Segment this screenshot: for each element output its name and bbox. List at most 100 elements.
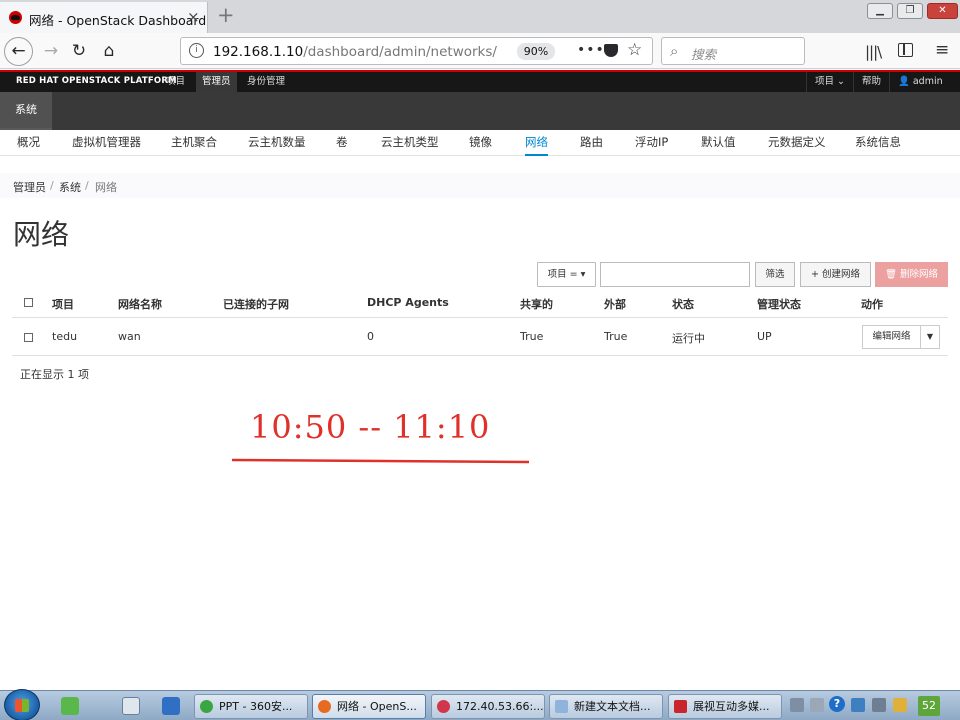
firefox-icon [318,700,331,713]
home-icon[interactable]: ⌂ [96,39,122,65]
table-count: 正在显示 1 项 [20,368,89,381]
time-annotation: 10:50 -- 11:10 [250,408,491,446]
create-network-button[interactable]: + 创建网络 [800,262,871,287]
sidebar-icon[interactable] [898,43,913,57]
redhat-favicon-icon [9,11,22,24]
close-window-button[interactable]: ✕ [927,3,958,19]
brand-logo[interactable]: RED HAT OPENSTACK PLATFORM [16,76,177,86]
page-title: 网络 [13,218,70,251]
taskbar-item-ppt[interactable]: PPT - 360安... [194,694,308,719]
taskbar-item-firefox[interactable]: 网络 - OpenS... [312,694,426,719]
subnav-volumes[interactable]: 卷 [336,134,348,150]
pocket-icon[interactable] [604,44,618,57]
subnav-overview[interactable]: 概况 [17,134,40,150]
taskbar-item-notepad[interactable]: 新建文本文档... [549,694,663,719]
flag-tray-icon[interactable] [893,698,907,712]
help-tray-icon[interactable]: ? [829,696,845,712]
subnav-aggregates[interactable]: 主机聚合 [171,134,217,150]
taskbar: PPT - 360安... 网络 - OpenS... 172.40.53.66… [0,689,960,720]
edit-network-button[interactable]: 编辑网络 [862,325,921,349]
subnav-routers[interactable]: 路由 [580,134,603,150]
tab-close-icon[interactable]: × [187,8,200,26]
speaker-tray-icon[interactable] [872,698,886,712]
networks-table: 项目 网络名称 已连接的子网 DHCP Agents 共享的 外部 状态 管理状… [12,290,948,356]
reload-icon[interactable]: ↻ [66,39,92,65]
breadcrumb-separator: / [50,179,54,192]
taskbar-item-remote[interactable]: 172.40.53.66:... [431,694,545,719]
subnav-system-info[interactable]: 系统信息 [855,134,901,150]
tab-system[interactable]: 系统 [0,92,52,130]
tab-openstack[interactable]: 网络 - OpenStack Dashboard × [0,2,208,33]
delete-networks-button[interactable]: 🗑 删除网络 [875,262,948,287]
header-shared[interactable]: 共享的 [520,296,553,312]
tray-counter[interactable]: 52 [918,696,940,716]
subnav-images[interactable]: 镜像 [469,134,492,150]
header-project[interactable]: 项目 [52,296,74,312]
info-icon[interactable]: i [189,43,204,58]
filter-input[interactable] [600,262,750,287]
search-box[interactable]: ⌕ 搜索 [661,37,805,65]
tab-strip: 网络 - OpenStack Dashboard × + ▁ ❐ ✕ [0,0,960,33]
filter-button[interactable]: 筛选 [755,262,795,287]
url-text: 192.168.1.10/dashboard/admin/networks/ [213,44,497,60]
vc-quicklaunch-icon[interactable] [122,697,140,715]
panel-bar: 系统 [0,92,960,130]
taskbar-ppt-label: PPT - 360安... [219,700,293,713]
top-nav-admin[interactable]: 管理员 [196,72,237,92]
taskbar-remote-label: 172.40.53.66:... [456,700,544,713]
header-admin-state[interactable]: 管理状态 [757,296,801,312]
subnav-instances[interactable]: 云主机数量 [248,134,306,150]
minimize-button[interactable]: ▁ [867,3,893,19]
openstack-header: RED HAT OPENSTACK PLATFORM 项目 管理员 身份管理 项… [0,70,960,107]
forward-arrow-icon[interactable]: → [38,39,64,65]
subnav-networks[interactable]: 网络 [525,134,548,156]
top-nav-project[interactable]: 项目 [160,72,191,92]
breadcrumb-system[interactable]: 系统 [59,179,81,195]
trash-icon: 🗑 [884,269,901,280]
header-network-name[interactable]: 网络名称 [118,296,162,312]
subnav-defaults[interactable]: 默认值 [701,134,736,150]
user-menu[interactable]: 👤 admin ⌄ [889,72,960,107]
select-all-checkbox[interactable] [24,298,33,307]
header-dhcp-agents[interactable]: DHCP Agents [367,296,449,309]
header-external[interactable]: 外部 [604,296,626,312]
table-row: tedu wan 0 True True 运行中 UP 编辑网络 ▼ [12,318,948,356]
sub-navigation: 概况 虚拟机管理器 主机聚合 云主机数量 卷 云主机类型 镜像 网络 路由 浮动… [0,130,960,156]
keyboard-tray-icon[interactable] [810,698,824,712]
subnav-hypervisors[interactable]: 虚拟机管理器 [72,134,141,150]
row-checkbox[interactable] [24,333,33,342]
new-tab-icon[interactable]: + [217,3,235,27]
project-selector[interactable]: 项目 ⌄ [806,72,853,92]
start-button[interactable] [4,689,40,720]
subnav-floating-ips[interactable]: 浮动IP [635,134,668,150]
header-subnets[interactable]: 已连接的子网 [223,296,289,312]
top-nav-identity[interactable]: 身份管理 [241,72,291,92]
header-status[interactable]: 状态 [672,296,694,312]
remote-icon [437,700,450,713]
subnav-metadata[interactable]: 元数据定义 [768,134,826,150]
library-icon[interactable]: |||\ [865,43,882,61]
bookmark-star-icon[interactable]: ☆ [627,40,642,60]
back-arrow-icon[interactable]: ← [4,37,33,66]
table-header: 项目 网络名称 已连接的子网 DHCP Agents 共享的 外部 状态 管理状… [12,290,948,318]
taskbar-item-media[interactable]: 展视互动多媒... [668,694,782,719]
network-name-link[interactable]: wan [118,330,141,343]
breadcrumb-admin[interactable]: 管理员 [13,179,46,195]
url-bar[interactable]: i 192.168.1.10/dashboard/admin/networks/… [180,37,653,65]
network-tray-icon[interactable] [851,698,865,712]
row-actions-dropdown[interactable]: ▼ [920,325,940,349]
search-placeholder: 搜索 [691,47,717,62]
breadcrumb: 管理员 / 系统 / 网络 [0,173,960,198]
tray-app-icon[interactable] [790,698,804,712]
shield-quicklaunch-icon[interactable] [61,697,79,715]
hamburger-menu-icon[interactable]: ≡ [935,40,949,60]
maximize-button[interactable]: ❐ [897,3,923,19]
page-actions-icon[interactable]: ••• [577,42,605,58]
help-link[interactable]: 帮助 [853,72,889,92]
p-quicklaunch-icon[interactable] [162,697,180,715]
filter-field-dropdown[interactable]: 项目 = ▾ [537,262,596,287]
zoom-indicator[interactable]: 90% [517,43,555,60]
subnav-flavors[interactable]: 云主机类型 [381,134,439,150]
tab-title: 网络 - OpenStack Dashboard [29,13,207,28]
media-icon [674,700,687,713]
